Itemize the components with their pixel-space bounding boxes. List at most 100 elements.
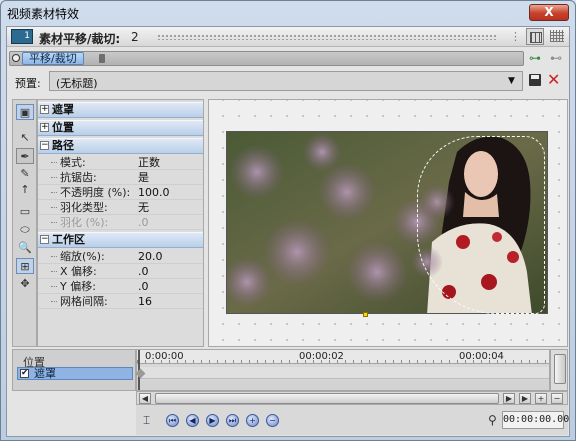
preset-label: 预置:	[15, 77, 41, 90]
track-label: 遮罩	[34, 367, 56, 380]
effect-chain: 平移/裁切 ⊶ ⊷	[7, 48, 569, 68]
anchor-tool-icon[interactable]: ↑	[16, 182, 34, 198]
group-workspace[interactable]: − 工作区	[38, 232, 203, 248]
zoom-out-icon[interactable]: −	[551, 393, 563, 404]
scroll-right-icon[interactable]: ▶	[503, 393, 515, 404]
prop-row-mode[interactable]: 模式: 正数	[38, 155, 203, 170]
grid-view-icon[interactable]	[550, 30, 564, 42]
effect-header: 1 素材平移/裁切: 2 ⋮	[7, 27, 569, 47]
dropdown-arrow-icon: ▼	[508, 76, 515, 86]
scroll-thumb[interactable]	[155, 393, 499, 404]
prop-key: 不透明度 (%):	[60, 186, 131, 199]
prop-row-opacity[interactable]: 不透明度 (%): 100.0	[38, 185, 203, 200]
keyframe-toolbar: ⌶ ⏮ ◀ ▶ ⏭ + − ⚲ 00:00:00.00	[136, 405, 569, 435]
title-bar: 视频素材特效 X	[1, 1, 575, 25]
effect-count: 2	[131, 30, 139, 44]
delete-preset-icon[interactable]: ✕	[547, 71, 563, 89]
ellipse-tool-icon[interactable]: ⬭	[16, 222, 34, 238]
timeline-vertical-scrollbar[interactable]	[550, 349, 568, 391]
delete-keyframe-icon[interactable]: −	[266, 414, 279, 427]
prop-key: Y 偏移:	[60, 280, 96, 293]
collapse-icon[interactable]: ⋮	[510, 30, 521, 44]
preset-value: (无标题)	[56, 77, 98, 90]
window-title: 视频素材特效	[7, 7, 80, 21]
timecode-label: 0:00:00	[145, 351, 184, 362]
keyframe-lane[interactable]	[137, 367, 549, 379]
group-position-label: 位置	[52, 121, 74, 134]
keyframe-timeline[interactable]: 0:00:00 00:00:02 00:00:04	[135, 349, 550, 391]
prop-key: 羽化 (%):	[60, 216, 109, 229]
prop-row-antialias[interactable]: 抗锯齿: 是	[38, 170, 203, 185]
group-mask[interactable]: + 遮罩	[38, 102, 203, 118]
effect-chain-item[interactable]: 平移/裁切	[22, 52, 84, 65]
layout-view-button[interactable]	[526, 28, 544, 45]
prop-value[interactable]: .0	[138, 264, 203, 279]
prop-value[interactable]: 是	[138, 170, 203, 185]
effect-window: 视频素材特效 X 1 素材平移/裁切: 2 ⋮ 平移/裁切 ⊶ ⊷ 预置: (无…	[0, 0, 576, 441]
mask-tool-icon[interactable]: ▣	[16, 104, 34, 120]
zoom-in-icon[interactable]: +	[535, 393, 547, 404]
rectangle-tool-icon[interactable]: ▭	[16, 204, 34, 220]
save-preset-icon[interactable]	[529, 74, 541, 86]
prop-key: 抗锯齿:	[60, 171, 97, 184]
remove-plugin-icon[interactable]: ⊷	[550, 52, 564, 64]
move-tool-icon[interactable]: ✥	[16, 276, 34, 292]
close-button[interactable]: X	[529, 4, 569, 21]
add-point-tool-icon[interactable]: ✎	[16, 166, 34, 182]
prop-row-feather-type[interactable]: 羽化类型: 无	[38, 200, 203, 215]
preset-dropdown[interactable]: (无标题) ▼	[49, 71, 523, 91]
preset-row: 预置: (无标题) ▼ ✕	[7, 69, 569, 93]
prop-row-zoom[interactable]: 缩放(%): 20.0	[38, 249, 203, 264]
first-keyframe-icon[interactable]: ⏮	[166, 414, 179, 427]
sync-cursor-icon[interactable]: ⌶	[143, 413, 157, 428]
expand-icon[interactable]: +	[40, 105, 49, 114]
time-display[interactable]: 00:00:00.00	[502, 411, 569, 429]
prop-value[interactable]: 正数	[138, 155, 203, 170]
prop-value[interactable]: .0	[138, 279, 203, 294]
timecode-label: 00:00:04	[459, 351, 504, 362]
prop-key: 缩放(%):	[60, 250, 105, 263]
collapse-icon[interactable]: −	[40, 235, 49, 244]
prev-keyframe-icon[interactable]: ◀	[186, 414, 199, 427]
dialog-content: 1 素材平移/裁切: 2 ⋮ 平移/裁切 ⊶ ⊷ 预置: (无标题) ▼ ✕ ▣…	[6, 26, 570, 437]
expand-icon[interactable]: +	[40, 123, 49, 132]
prop-row-x-offset[interactable]: X 偏移: .0	[38, 264, 203, 279]
bypass-toggle-icon[interactable]	[12, 54, 20, 62]
prop-key: X 偏移:	[60, 265, 97, 278]
scroll-end-icon[interactable]: ▶	[519, 393, 531, 404]
timeline-horizontal-scrollbar[interactable]: ◀ ▶ ▶ + −	[136, 391, 568, 405]
prop-value[interactable]: 16	[138, 294, 203, 309]
pointer-tool-icon[interactable]: ↖	[16, 130, 34, 146]
next-keyframe-icon[interactable]: ▶	[206, 414, 219, 427]
header-grip	[157, 34, 497, 40]
prop-value[interactable]: 无	[138, 200, 203, 215]
prop-row-y-offset[interactable]: Y 偏移: .0	[38, 279, 203, 294]
collapse-icon[interactable]: −	[40, 141, 49, 150]
anchor-handle[interactable]	[363, 312, 368, 317]
effect-chain-slot	[9, 51, 524, 66]
snap-grid-icon[interactable]: ⊞	[16, 258, 34, 274]
timecode-label: 00:00:02	[299, 351, 344, 362]
plugin-chain-icon[interactable]: ⊶	[529, 52, 543, 64]
prop-key: 模式:	[60, 156, 86, 169]
track-checkbox[interactable]: ✔	[20, 369, 29, 378]
track-row-mask[interactable]: ✔ 遮罩	[17, 367, 133, 380]
prop-value[interactable]: 20.0	[138, 249, 203, 264]
prop-row-feather-percent: 羽化 (%): .0	[38, 215, 203, 230]
last-keyframe-icon[interactable]: ⏭	[226, 414, 239, 427]
preview-canvas[interactable]	[208, 99, 568, 347]
prop-key: 网格间隔:	[60, 295, 108, 308]
prop-value[interactable]: 100.0	[138, 185, 203, 200]
group-path[interactable]: − 路径	[38, 138, 203, 154]
lock-envelope-icon[interactable]: ⚲	[488, 413, 498, 428]
scroll-left-icon[interactable]: ◀	[139, 393, 151, 404]
keyframe-lane-secondary[interactable]	[137, 380, 549, 390]
group-path-label: 路径	[52, 139, 74, 152]
pen-tool-icon[interactable]: ✒	[16, 148, 34, 164]
prop-row-grid-spacing[interactable]: 网格间隔: 16	[38, 294, 203, 309]
zoom-tool-icon[interactable]: 🔍	[16, 240, 34, 256]
group-position[interactable]: + 位置	[38, 120, 203, 136]
group-workspace-label: 工作区	[52, 233, 85, 246]
add-keyframe-icon[interactable]: +	[246, 414, 259, 427]
effect-chain-handle[interactable]	[99, 54, 105, 63]
